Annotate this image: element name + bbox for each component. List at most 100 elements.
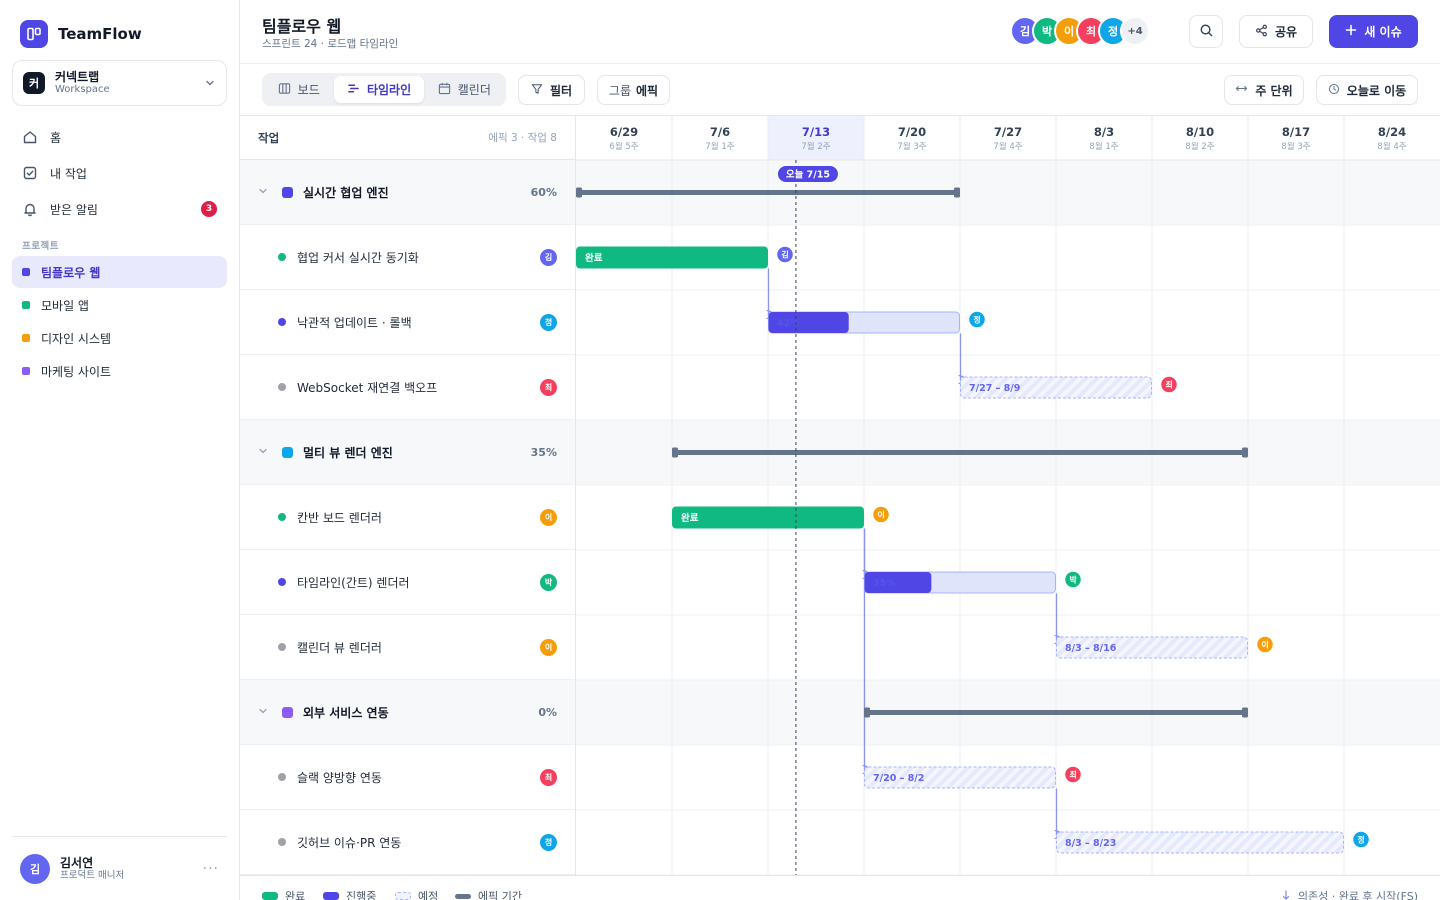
time-scale-button[interactable]: 주 단위 [1224,75,1304,105]
search-button[interactable] [1189,15,1223,48]
task-row[interactable]: 캘린더 뷰 렌더러 이 [240,615,575,680]
project-label: 디자인 시스템 [41,331,112,346]
epic-color-swatch [282,706,293,718]
tab-label: 보드 [297,83,320,97]
epic-row[interactable]: 멀티 뷰 렌더 엔진 35% [240,420,575,485]
epic-duration-bar[interactable] [578,190,958,195]
member-avatars[interactable]: 김 박 이 최 정 +4 [1010,16,1150,46]
task-row[interactable]: WebSocket 재연결 백오프 최 [240,355,575,420]
task-status-dot [278,253,286,261]
task-row[interactable]: 타임라인(간트) 렌더러 박 [240,550,575,615]
task-row[interactable]: 칸반 보드 렌더러 이 [240,485,575,550]
project-item-teamflow-web[interactable]: 팀플로우 웹 [12,256,227,288]
brand[interactable]: TeamFlow [20,20,142,48]
chevron-down-icon[interactable] [258,186,274,199]
dependency-arrow [1057,593,1063,640]
filter-icon [531,83,543,98]
week-sub-label: 7월 3주 [897,141,926,152]
week-date-label: 6/29 [610,125,638,139]
epic-row[interactable]: 실시간 협업 엔진 60% [240,160,575,225]
chevron-down-icon[interactable] [258,706,274,719]
dependency-note: 의존성 · 완료 후 시작(FS) [1281,888,1418,900]
legend-item-done: 완료 [262,888,305,900]
week-date-label: 8/17 [1282,125,1310,139]
project-item-mobile-app[interactable]: 모바일 앱 [12,289,227,321]
task-row[interactable]: 협업 커서 실시간 동기화 김 [240,225,575,290]
avatar-initial: 최 [1069,770,1076,780]
workspace-switcher[interactable]: 커 커넥트랩 Workspace [12,60,227,106]
legend-item-epic: 에픽 기간 [455,888,522,900]
project-item-marketing-site[interactable]: 마케팅 사이트 [12,355,227,387]
task-status-dot [278,318,286,326]
checkbox-icon [22,165,38,181]
week-date-label: 7/27 [994,125,1022,139]
task-name: 캘린더 뷰 렌더러 [297,640,382,655]
task-name: 칸반 보드 렌더러 [297,510,382,525]
legend-item-planned: 예정 [395,888,438,900]
chevron-down-icon[interactable] [258,446,274,459]
current-user[interactable]: 김 김서연 프로덕트 매니저 ··· [12,836,227,888]
group-value: 에픽 [636,83,659,98]
legend: 완료 진행중 예정 에픽 기간 의존성 · 완료 후 시작(FS) [240,875,1440,900]
notification-count-badge: 3 [201,201,217,217]
dependency-note-label: 의존성 · 완료 후 시작(FS) [1297,890,1418,900]
avatar: 이 [540,508,557,526]
week-sub-label: 8월 1주 [1089,141,1118,152]
week-date-label: 8/10 [1186,125,1214,139]
epic-duration-bar[interactable] [866,710,1246,715]
task-status-dot [278,383,286,391]
project-item-design-system[interactable]: 디자인 시스템 [12,322,227,354]
task-bar-done[interactable] [576,246,768,269]
task-status-dot [278,578,286,586]
epic-start-handle[interactable] [672,447,678,458]
task-list-header: 작업 에픽 3 · 작업 8 [240,116,575,160]
plus-icon [1345,24,1357,39]
epic-duration-bar[interactable] [674,450,1246,455]
nav-item-home[interactable]: 홈 [12,121,227,153]
tab-timeline[interactable]: 타임라인 [334,76,424,103]
nav-item-my-tasks[interactable]: 내 작업 [12,157,227,189]
epic-end-handle[interactable] [954,187,960,198]
task-row[interactable]: 깃허브 이슈·PR 연동 정 [240,810,575,875]
user-name: 김서연 [60,855,94,870]
task-row[interactable]: 낙관적 업데이트 · 롤백 정 [240,290,575,355]
tab-label: 타임라인 [366,83,412,97]
more-options-icon[interactable]: ··· [203,861,219,877]
week-sub-label: 8월 2주 [1185,141,1214,152]
avatar: 최 [540,378,557,396]
share-icon [1255,24,1268,40]
task-bar-done[interactable] [672,506,864,529]
filter-button[interactable]: 필터 [518,75,585,105]
arrows-horizontal-icon [1235,82,1248,98]
timeline-icon [347,82,360,98]
avatar-initial: 정 [973,315,980,325]
timeline-chart: 6/29 6월 5주 7/6 7월 1주 7/13 7월 2주 7/20 7월 3주 7/27 7… [576,116,1440,875]
epic-start-handle[interactable] [864,707,870,718]
epic-row[interactable]: 외부 서비스 연동 0% [240,680,575,745]
workspace-name: 커넥트랩 [55,70,100,84]
task-bar-label: 35% [873,578,896,589]
avatar: 최 [540,768,557,786]
time-scale-label: 주 단위 [1255,83,1293,98]
tab-calendar[interactable]: 캘린더 [426,76,503,103]
new-issue-label: 새 이슈 [1364,25,1402,39]
avatar: 정 [540,833,557,851]
project-color-dot [22,334,30,342]
task-bar-label: 완료 [681,512,699,524]
new-issue-button[interactable]: 새 이슈 [1329,15,1418,48]
nav-item-notifications[interactable]: 받은 알림 3 [12,193,227,225]
share-button[interactable]: 공유 [1239,15,1313,48]
group-by-select[interactable]: 그룹 에픽 [597,75,670,105]
tab-board[interactable]: 보드 [265,76,332,103]
week-sub-label: 7월 4주 [993,141,1022,152]
project-color-dot [22,367,30,375]
calendar-icon [438,82,451,98]
epic-end-handle[interactable] [1242,447,1248,458]
week-date-label: 8/24 [1378,125,1406,139]
go-to-today-button[interactable]: 오늘로 이동 [1316,75,1418,105]
epic-start-handle[interactable] [576,187,582,198]
avatar: 정 [540,313,557,331]
user-role: 프로덕트 매니저 [60,869,125,881]
epic-end-handle[interactable] [1242,707,1248,718]
task-row[interactable]: 슬랙 양방향 연동 최 [240,745,575,810]
